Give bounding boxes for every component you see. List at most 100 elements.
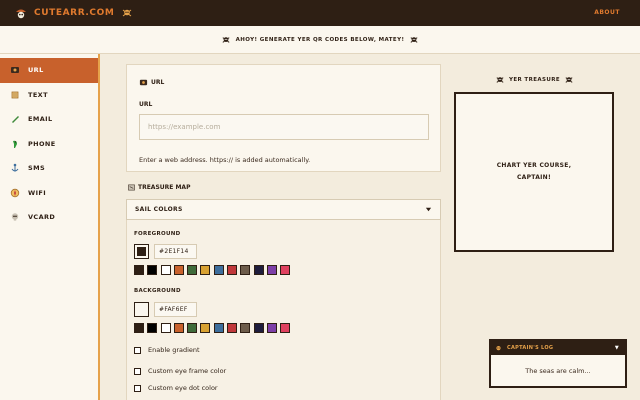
skull-icon: [496, 76, 504, 84]
collapse-icon[interactable]: ▼: [615, 345, 619, 351]
parrot-icon: [10, 139, 20, 149]
color-swatch[interactable]: [147, 265, 158, 275]
checkbox-label: Custom eye dot color: [148, 384, 218, 392]
color-swatch[interactable]: [213, 265, 224, 275]
color-swatch[interactable]: [227, 265, 238, 275]
link-icon: [10, 65, 20, 75]
qr-preview: CHART YER COURSE, CAPTAIN!: [454, 92, 614, 252]
color-swatch[interactable]: [173, 265, 184, 275]
color-swatch[interactable]: [253, 265, 264, 275]
log-header[interactable]: CAPTAIN'S LOG ▼: [491, 341, 625, 355]
sidebar-item-label: WIFI: [28, 188, 47, 197]
chevron-down-icon: [425, 206, 432, 213]
color-swatch[interactable]: [173, 323, 184, 333]
link-icon: [139, 78, 148, 87]
anchor-icon: [10, 163, 20, 173]
color-swatch[interactable]: [200, 265, 211, 275]
color-swatch[interactable]: [240, 265, 251, 275]
color-swatch[interactable]: [187, 323, 198, 333]
color-swatch[interactable]: [147, 323, 158, 333]
log-title: CAPTAIN'S LOG: [507, 345, 554, 351]
custom-eye-frame-checkbox[interactable]: Custom eye frame color: [134, 367, 226, 375]
sidebar-item-wifi[interactable]: WIFI: [0, 181, 98, 206]
banner-text: AHOY! GENERATE YER QR CODES BELOW, MATEY…: [235, 36, 405, 43]
color-swatch[interactable]: [160, 323, 171, 333]
color-swatch[interactable]: [240, 323, 251, 333]
foreground-swatches: [134, 265, 294, 275]
url-help-text: Enter a web address. https:// is added a…: [139, 156, 311, 164]
treasure-title: YER TREASURE: [455, 76, 614, 84]
color-swatch[interactable]: [187, 265, 198, 275]
background-color-picker[interactable]: [134, 302, 149, 317]
captains-log: CAPTAIN'S LOG ▼ The seas are calm...: [489, 339, 627, 388]
color-swatch[interactable]: [280, 265, 291, 275]
color-swatch[interactable]: [160, 265, 171, 275]
enable-gradient-checkbox[interactable]: Enable gradient: [134, 346, 200, 354]
sail-colors-select[interactable]: SAIL COLORS: [126, 199, 441, 220]
color-swatch[interactable]: [266, 265, 277, 275]
foreground-label: FOREGROUND: [134, 231, 181, 237]
sidebar-item-label: URL: [28, 66, 44, 75]
treasure-title-text: YER TREASURE: [508, 77, 561, 83]
card-title: URL: [139, 78, 164, 87]
sidebar-item-label: TEXT: [28, 90, 48, 99]
pirate-logo-icon: [14, 6, 28, 20]
sidebar-item-url[interactable]: URL: [0, 58, 98, 83]
url-input[interactable]: [139, 114, 429, 140]
url-card: URL URL Enter a web address. https:// is…: [126, 64, 441, 172]
color-swatch[interactable]: [213, 323, 224, 333]
sidebar-item-vcard[interactable]: VCARD: [0, 205, 98, 230]
background-label: BACKGROUND: [134, 288, 181, 294]
sidebar-item-email[interactable]: EMAIL: [0, 107, 98, 132]
color-swatch[interactable]: [227, 323, 238, 333]
background-swatches: [134, 323, 294, 333]
skull-icon: [410, 36, 418, 44]
sidebar-item-label: SMS: [28, 164, 46, 173]
sidebar-item-label: VCARD: [28, 213, 56, 222]
skull-icon: [222, 36, 230, 44]
map-icon: [128, 184, 135, 191]
treasure-map-title-text: TREASURE MAP: [138, 184, 191, 191]
url-field-label: URL: [139, 101, 153, 108]
brand[interactable]: CUTEARR.COM: [14, 6, 132, 20]
checkbox-box[interactable]: [134, 367, 141, 375]
color-swatch[interactable]: [200, 323, 211, 333]
top-bar: CUTEARR.COM ABOUT: [0, 0, 640, 26]
treasure-map-title: TREASURE MAP: [128, 184, 190, 191]
checkbox-box[interactable]: [134, 346, 141, 354]
checkbox-label: Custom eye frame color: [148, 367, 227, 375]
sidebar-item-text[interactable]: TEXT: [0, 83, 98, 108]
colors-panel: FOREGROUND #2E1F14 BACKGROUND #FAF6EF En…: [126, 220, 441, 400]
background-hex-input[interactable]: #FAF6EF: [154, 302, 197, 317]
compass-icon: [10, 188, 20, 198]
foreground-color-picker[interactable]: [134, 244, 149, 259]
sidebar: URL TEXT EMAIL PHONE SMS WIFI VCARD: [0, 54, 100, 400]
sidebar-item-phone[interactable]: PHONE: [0, 132, 98, 157]
sail-colors-label: SAIL COLORS: [135, 206, 183, 213]
scroll-icon: [10, 90, 20, 100]
log-message: The seas are calm...: [525, 367, 591, 375]
color-swatch[interactable]: [253, 323, 264, 333]
color-swatch[interactable]: [134, 265, 144, 275]
brand-name: CUTEARR.COM: [34, 8, 115, 18]
foreground-hex-input[interactable]: #2E1F14: [154, 244, 197, 259]
sidebar-item-label: EMAIL: [28, 115, 53, 124]
main-panel: URL URL Enter a web address. https:// is…: [100, 54, 450, 400]
color-swatch[interactable]: [134, 323, 144, 333]
bottle-icon: [10, 114, 20, 124]
checkbox-box[interactable]: [134, 384, 141, 392]
sidebar-item-sms[interactable]: SMS: [0, 156, 98, 181]
custom-eye-dot-checkbox[interactable]: Custom eye dot color: [134, 384, 218, 392]
sidebar-item-label: PHONE: [28, 139, 56, 148]
skull-icon: [565, 76, 573, 84]
checkbox-label: Enable gradient: [148, 346, 200, 354]
skull-icon: [495, 345, 502, 352]
color-swatch[interactable]: [266, 323, 277, 333]
welcome-banner: AHOY! GENERATE YER QR CODES BELOW, MATEY…: [0, 26, 640, 54]
color-swatch[interactable]: [280, 323, 291, 333]
preview-placeholder: CHART YER COURSE, CAPTAIN!: [496, 162, 572, 181]
about-link[interactable]: ABOUT: [594, 9, 620, 16]
card-title-text: URL: [151, 79, 165, 86]
skull-icon: [10, 212, 20, 222]
skull-icon: [122, 8, 132, 18]
